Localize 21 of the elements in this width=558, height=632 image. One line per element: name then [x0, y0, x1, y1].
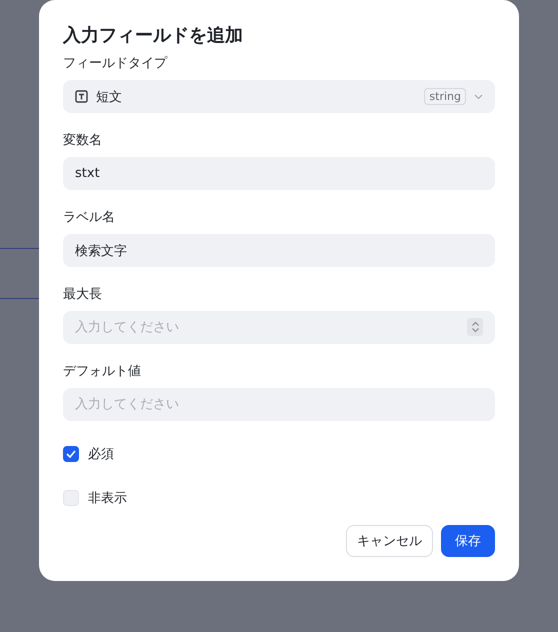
field-type-select[interactable]: 短文 string — [63, 80, 495, 113]
checkbox-label: 必須 — [88, 446, 114, 463]
stepper-icon[interactable] — [467, 318, 483, 336]
checkbox[interactable] — [63, 446, 79, 462]
field-label: 変数名 — [63, 132, 102, 150]
save-button[interactable]: 保存 — [441, 525, 495, 557]
input-field[interactable]: stxt — [63, 157, 495, 190]
field-label: デフォルト値 — [63, 363, 141, 381]
input-field[interactable]: 入力してください — [63, 388, 495, 421]
field-label: ラベル名 — [63, 209, 115, 227]
checkbox-label: 非表示 — [88, 490, 127, 507]
input-field[interactable]: 検索文字 — [63, 234, 495, 267]
field-label: フィールドタイプ — [63, 55, 167, 73]
dialog-title: 入力フィールドを追加 — [63, 24, 244, 48]
cancel-button[interactable]: キャンセル — [346, 525, 433, 557]
text-type-icon — [75, 90, 88, 103]
input-field[interactable]: 入力してください — [63, 311, 495, 344]
field-label: 最大長 — [63, 286, 102, 304]
chevron-down-icon — [474, 94, 483, 100]
type-tag: string — [424, 88, 466, 105]
check-icon — [66, 450, 76, 458]
